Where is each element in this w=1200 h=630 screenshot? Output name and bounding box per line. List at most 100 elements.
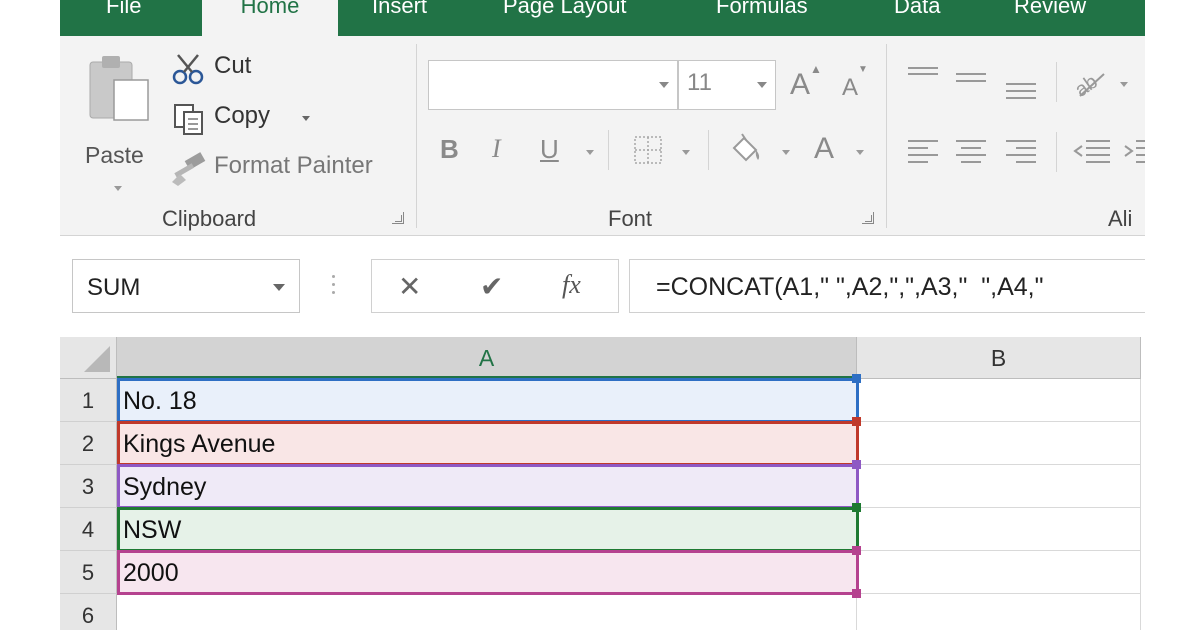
cut-label: Cut [214,52,252,79]
italic-button[interactable]: I [492,134,501,164]
cell-b5[interactable] [857,551,1141,594]
underline-button[interactable]: U [540,134,559,165]
scissors-icon [172,54,204,85]
font-row-divider-2 [708,130,709,170]
tab-review[interactable]: Review [1014,0,1086,36]
cell-b1[interactable] [857,379,1141,422]
bold-button[interactable]: B [440,134,459,165]
reference-handle-a3[interactable] [852,460,861,469]
worksheet-grid: A B 1 2 3 4 5 6 No. 18 Kings Avenue Sydn… [60,337,1145,630]
paste-button[interactable]: Paste [82,50,156,191]
reference-handle-a1[interactable] [852,374,861,383]
cell-b6[interactable] [857,594,1141,630]
tab-file[interactable]: File [106,0,141,36]
group-divider [416,44,417,228]
copy-icon [174,104,203,135]
reference-handle-a5[interactable] [852,546,861,555]
align-middle-icon[interactable] [954,64,988,94]
cell-a6[interactable] [117,594,857,630]
align-bottom-icon[interactable] [1004,64,1038,104]
font-dialog-launcher-icon[interactable] [862,212,874,224]
reference-outline-a3 [117,464,859,509]
shrink-font-button[interactable]: A ▼ [834,64,868,102]
tab-insert[interactable]: Insert [372,0,427,36]
row-header-4[interactable]: 4 [60,508,117,551]
underline-dropdown-arrow[interactable] [586,150,594,155]
orientation-icon[interactable]: ab [1070,66,1110,100]
row-header-1[interactable]: 1 [60,379,117,422]
insert-function-icon[interactable]: fx [562,270,581,300]
reference-handle-a2[interactable] [852,417,861,426]
name-box-value: SUM [87,274,141,301]
ribbon-home: Paste Cut Copy Format Painter Clipboard … [60,36,1145,236]
formula-bar-grip-icon[interactable] [332,275,336,299]
font-color-button[interactable]: A [814,132,834,166]
reference-handle-a4[interactable] [852,503,861,512]
borders-dropdown-arrow[interactable] [682,150,690,155]
tab-data[interactable]: Data [894,0,940,36]
copy-label: Copy [214,102,271,129]
reference-handle-a5-bottom[interactable] [852,589,861,598]
cell-b3[interactable] [857,465,1141,508]
formula-text: =CONCAT(A1," ",A2,",",A3," ",A4," [656,273,1044,301]
formula-buttons: ✕ ✔ fx [371,259,619,313]
grow-caret-icon: ▲ [810,62,822,76]
row-header-3[interactable]: 3 [60,465,117,508]
select-all-button[interactable] [60,337,117,379]
font-name-combobox[interactable] [428,60,678,110]
cell-b2[interactable] [857,422,1141,465]
cut-button[interactable]: Cut [170,50,280,86]
align-divider-2 [1056,132,1057,172]
tab-home[interactable]: Home [202,0,338,36]
format-painter-button[interactable]: Format Painter [170,150,400,186]
font-name-dropdown-arrow[interactable] [659,82,669,88]
align-right-icon[interactable] [1004,136,1038,166]
tab-formulas[interactable]: Formulas [716,0,808,36]
font-color-dropdown-arrow[interactable] [856,150,864,155]
name-box-dropdown-arrow[interactable] [273,284,285,291]
enter-icon[interactable]: ✔ [480,270,503,303]
row-header-5[interactable]: 5 [60,551,117,594]
clipboard-dialog-launcher-icon[interactable] [392,212,404,224]
formula-input[interactable]: =CONCAT(A1," ",A2,",",A3," ",A4," [629,259,1145,313]
fill-color-dropdown-arrow[interactable] [782,150,790,155]
paste-icon [89,56,149,121]
align-divider [1056,62,1057,102]
grow-font-button[interactable]: A ▲ [788,62,822,102]
paste-dropdown-arrow[interactable] [114,186,122,191]
fill-color-icon[interactable] [728,132,764,166]
cell-b4[interactable] [857,508,1141,551]
formula-bar: SUM ✕ ✔ fx =CONCAT(A1," ",A2,",",A3," ",… [60,237,1145,337]
shrink-caret-icon: ▼ [858,64,868,75]
reference-outline-a2 [117,421,859,466]
font-size-dropdown-arrow[interactable] [757,82,767,88]
reference-outline-a5 [117,550,859,595]
name-box[interactable]: SUM [72,259,300,313]
tab-page-layout[interactable]: Page Layout [503,0,627,36]
clipboard-group-label: Clipboard [162,206,257,231]
grow-font-icon: A [790,68,811,101]
column-header-a[interactable]: A [117,337,857,379]
shrink-font-icon: A [842,74,859,101]
copy-dropdown-arrow[interactable] [302,116,310,121]
font-size-combobox[interactable]: 11 [678,60,776,110]
increase-indent-icon[interactable] [1122,136,1145,166]
column-header-b[interactable]: B [857,337,1141,379]
align-top-icon[interactable] [906,64,940,94]
copy-button[interactable]: Copy [170,100,320,136]
row-header-6[interactable]: 6 [60,594,117,630]
row-header-2[interactable]: 2 [60,422,117,465]
format-painter-label: Format Painter [214,152,373,179]
paste-label: Paste [85,142,144,168]
cancel-icon[interactable]: ✕ [398,270,421,303]
paintbrush-icon [172,152,206,186]
ribbon-tabs: File Home Insert Page Layout Formulas Da… [60,0,1145,36]
decrease-indent-icon[interactable] [1072,136,1112,166]
orientation-dropdown-arrow[interactable] [1120,82,1128,87]
excel-window: File Home Insert Page Layout Formulas Da… [60,0,1145,630]
borders-icon[interactable] [633,135,663,165]
font-row-divider [608,130,609,170]
align-left-icon[interactable] [906,136,940,166]
font-size-value: 11 [687,69,712,96]
align-center-icon[interactable] [954,136,988,166]
